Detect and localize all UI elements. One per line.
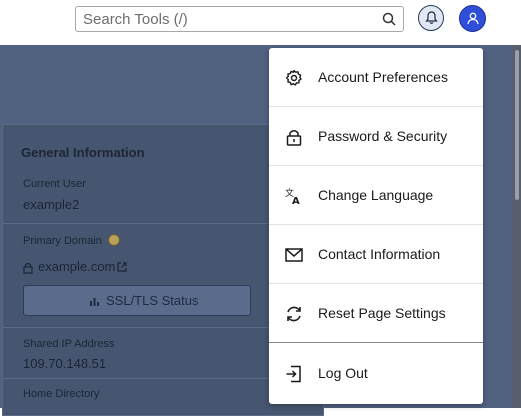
menu-item-change-language[interactable]: 文 A Change Language xyxy=(269,166,483,225)
current-user-label: Current User xyxy=(23,178,86,190)
user-menu-button[interactable] xyxy=(459,5,486,32)
envelope-icon xyxy=(285,248,303,262)
language-icon: 文 A xyxy=(285,187,300,205)
menu-item-label: Contact Information xyxy=(318,246,441,262)
menu-item-label: Change Language xyxy=(318,187,434,203)
menu-item-contact-information[interactable]: Contact Information xyxy=(269,225,483,284)
ssl-tls-status-label: SSL/TLS Status xyxy=(106,293,199,308)
lock-icon xyxy=(23,262,33,274)
bar-chart-icon xyxy=(90,298,99,306)
menu-item-log-out[interactable]: Log Out xyxy=(269,344,483,403)
menu-item-label: Password & Security xyxy=(318,128,448,144)
info-icon[interactable] xyxy=(108,234,120,246)
scrollbar-thumb[interactable] xyxy=(515,50,519,200)
shared-ip-label: Shared IP Address xyxy=(23,338,115,350)
primary-domain-link[interactable]: example.com xyxy=(38,259,115,274)
shared-ip-value: 109.70.148.51 xyxy=(23,356,107,371)
current-user-value: example2 xyxy=(23,197,80,212)
logout-icon xyxy=(286,365,301,383)
menu-item-password-security[interactable]: Password & Security xyxy=(269,107,483,166)
home-directory-label: Home Directory xyxy=(23,388,100,400)
notifications-button[interactable] xyxy=(418,5,444,31)
external-link-icon[interactable] xyxy=(117,262,127,272)
menu-item-reset-page-settings[interactable]: Reset Page Settings xyxy=(269,284,483,343)
general-information-title: General Information xyxy=(21,145,145,160)
menu-item-account-preferences[interactable]: Account Preferences xyxy=(269,48,483,107)
search-input[interactable] xyxy=(83,9,373,29)
menu-item-label: Account Preferences xyxy=(318,69,448,85)
lock-icon xyxy=(286,130,302,146)
gear-icon xyxy=(285,69,302,86)
menu-item-label: Reset Page Settings xyxy=(318,305,446,321)
user-icon xyxy=(467,12,479,25)
primary-domain-label: Primary Domain xyxy=(23,235,102,247)
ssl-tls-status-button[interactable]: SSL/TLS Status xyxy=(23,285,251,316)
refresh-icon xyxy=(287,306,301,322)
search-box[interactable] xyxy=(75,6,404,32)
user-dropdown-menu: Account Preferences Password & Security … xyxy=(269,48,483,404)
svg-text:A: A xyxy=(292,196,300,205)
bell-icon xyxy=(425,11,438,24)
top-bar xyxy=(0,0,521,45)
menu-item-label: Log Out xyxy=(318,365,368,381)
search-icon[interactable] xyxy=(382,12,396,26)
